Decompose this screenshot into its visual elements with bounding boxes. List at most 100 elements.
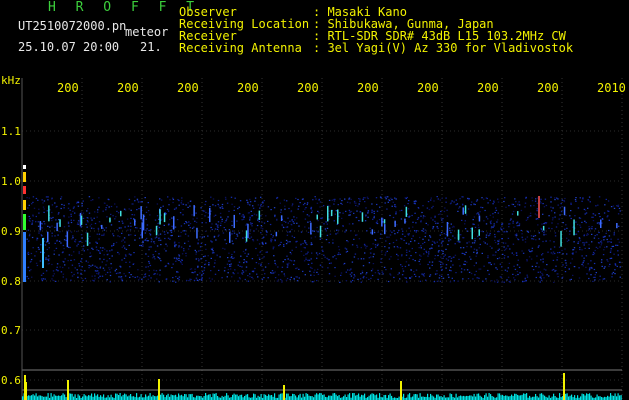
noise-dot — [70, 221, 73, 224]
echo-streak — [48, 205, 50, 222]
noise-dot — [32, 215, 34, 217]
baseline-bar — [160, 394, 162, 400]
noise-dot — [133, 218, 135, 220]
noise-dot — [274, 262, 276, 264]
noise-dot — [227, 257, 229, 259]
noise-dot — [618, 207, 621, 209]
noise-dot — [403, 239, 405, 241]
noise-dot — [106, 216, 108, 218]
x-tick-label: 2010 — [597, 81, 626, 95]
noise-dot — [454, 243, 456, 245]
noise-dot — [335, 210, 337, 212]
noise-dot — [464, 260, 466, 262]
baseline-bar — [179, 395, 181, 400]
baseline-bar — [511, 394, 513, 400]
noise-dot — [588, 196, 591, 198]
noise-dot — [256, 273, 258, 275]
noise-dot — [608, 265, 610, 267]
noise-dot — [105, 207, 107, 209]
noise-dot — [507, 245, 509, 247]
noise-dot — [316, 254, 319, 256]
noise-dot — [284, 275, 286, 277]
noise-dot — [397, 255, 399, 257]
noise-dot — [158, 281, 160, 283]
noise-dot — [139, 244, 141, 247]
noise-dot — [555, 265, 557, 267]
noise-dot — [399, 278, 401, 280]
noise-dot — [442, 221, 444, 223]
noise-dot — [242, 218, 245, 220]
noise-dot — [617, 238, 619, 240]
noise-dot — [447, 259, 449, 261]
noise-dot — [55, 247, 58, 249]
noise-dot — [550, 206, 552, 208]
baseline-bar — [337, 396, 339, 400]
y-tick-labels: 1.11.00.90.80.70.6 — [1, 125, 21, 387]
noise-dot — [37, 221, 39, 223]
noise-dot — [183, 248, 185, 250]
baseline-bar — [208, 394, 210, 400]
noise-dot — [284, 259, 286, 261]
noise-dot — [110, 267, 113, 269]
noise-dot — [457, 280, 459, 282]
noise-dot — [224, 239, 226, 241]
noise-dot — [422, 243, 424, 245]
noise-dot — [180, 231, 182, 233]
baseline-bar — [100, 395, 102, 400]
noise-dot — [59, 266, 61, 268]
noise-dot — [535, 198, 537, 200]
noise-dot — [286, 266, 289, 268]
noise-dot — [192, 218, 194, 220]
baseline-bar — [238, 396, 240, 400]
noise-dot — [193, 279, 196, 281]
noise-dot — [247, 201, 249, 203]
noise-dot — [180, 225, 183, 227]
noise-dot — [272, 246, 275, 248]
noise-dot — [73, 273, 75, 276]
noise-dot — [144, 232, 147, 234]
noise-dot — [192, 272, 195, 274]
noise-dot — [307, 231, 310, 233]
noise-dot — [473, 203, 475, 205]
noise-dot — [129, 261, 131, 263]
noise-dot — [328, 262, 331, 264]
noise-dot — [493, 201, 495, 203]
noise-dot — [593, 268, 596, 271]
noise-dot — [440, 263, 442, 266]
noise-dot — [437, 254, 439, 257]
noise-dot — [94, 211, 96, 213]
noise-dot — [440, 232, 443, 234]
noise-dot — [549, 240, 551, 242]
noise-dot — [386, 236, 388, 238]
noise-dot — [537, 246, 539, 248]
noise-dot — [28, 204, 30, 206]
baseline-bar — [31, 395, 33, 400]
echo-streak — [109, 217, 111, 223]
noise-dot — [60, 242, 62, 244]
noise-dot — [584, 220, 586, 222]
noise-dot — [445, 264, 448, 266]
baseline-bar — [574, 395, 576, 400]
noise-dot — [270, 233, 272, 235]
noise-dot — [96, 216, 98, 218]
baseline-bar — [535, 394, 537, 400]
baseline-bar — [305, 393, 307, 400]
baseline-bar — [145, 394, 147, 400]
noise-dot — [42, 272, 45, 274]
noise-dot — [505, 242, 507, 244]
echo-streak — [404, 218, 406, 224]
noise-dot — [289, 251, 292, 254]
baseline-bar — [517, 394, 519, 400]
baseline-bar — [403, 393, 405, 400]
noise-dot — [337, 253, 339, 256]
noise-dot — [369, 227, 371, 229]
noise-dot — [70, 213, 72, 215]
noise-dot — [312, 199, 314, 201]
baseline-bar — [539, 393, 541, 400]
baseline-bar — [203, 396, 205, 400]
noise-dot — [80, 277, 82, 279]
noise-dot — [94, 222, 97, 225]
baseline-bar — [34, 395, 36, 400]
noise-dot — [67, 222, 70, 224]
noise-dot — [536, 262, 538, 264]
